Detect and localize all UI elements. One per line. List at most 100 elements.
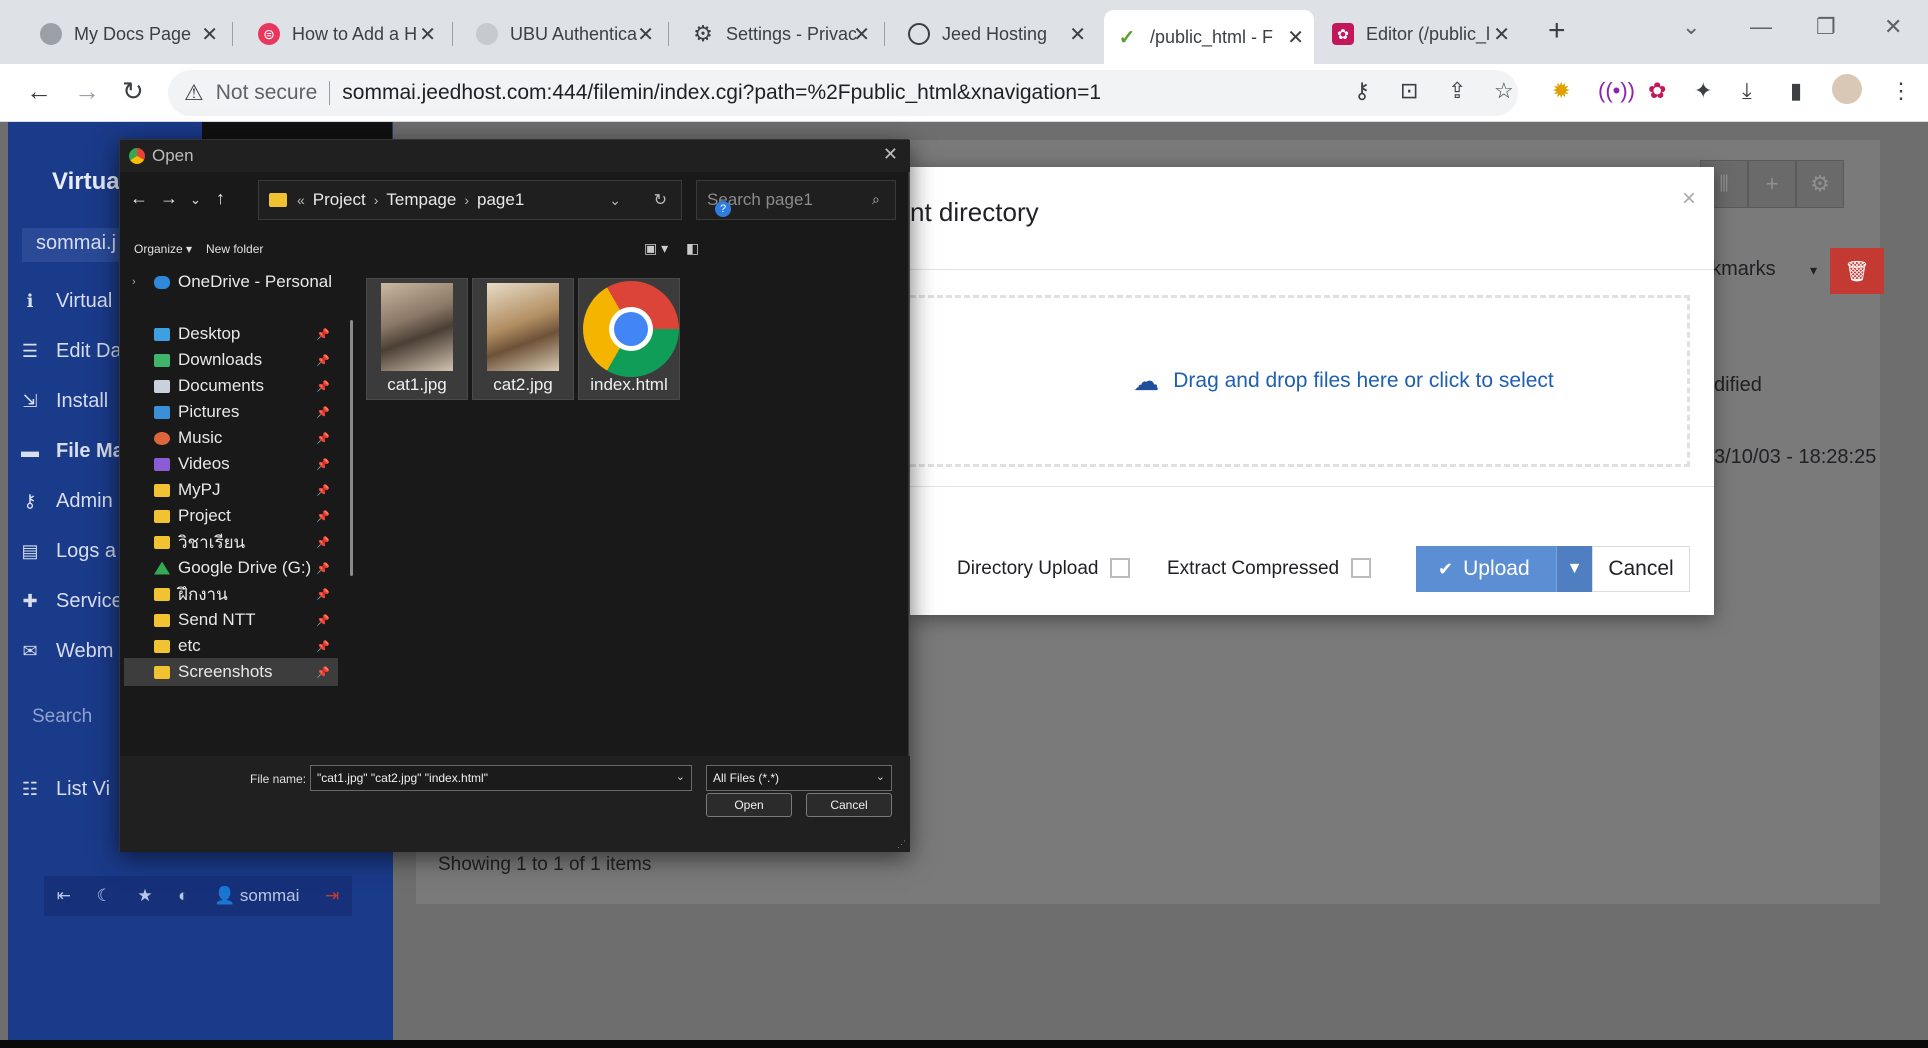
breadcrumb-project[interactable]: Project — [313, 190, 366, 210]
gear-icon[interactable]: ⚙ — [1796, 160, 1844, 208]
sidebar-item-virtual[interactable]: ℹ Virtual — [18, 290, 113, 313]
new-tab-button[interactable]: + — [1548, 14, 1566, 48]
close-icon[interactable]: ✕ — [637, 22, 654, 47]
user-menu[interactable]: 👤 sommai — [214, 886, 299, 906]
close-icon[interactable]: × — [1682, 185, 1696, 213]
download-icon[interactable]: ⤓ — [1742, 78, 1752, 104]
new-folder-button[interactable]: New folder — [206, 242, 263, 256]
breadcrumb-page1[interactable]: page1 — [477, 190, 524, 210]
not-secure-label[interactable]: Not secure — [216, 81, 318, 105]
upload-options-caret[interactable]: ▼ — [1556, 546, 1592, 592]
star-icon[interactable]: ★ — [137, 886, 152, 906]
tab-settings[interactable]: ⚙ Settings - Privac ✕ — [680, 13, 880, 55]
forward-icon[interactable]: → — [74, 76, 100, 107]
side-panel-icon[interactable]: ▮ — [1790, 78, 1802, 104]
forward-icon[interactable]: → — [160, 188, 178, 209]
tree-item-music[interactable]: Music 📌 — [124, 424, 338, 452]
avatar[interactable] — [1832, 74, 1862, 104]
file-item[interactable]: cat2.jpg — [472, 278, 574, 400]
close-icon[interactable]: ✕ — [1287, 25, 1304, 50]
delete-button[interactable]: 🗑 — [1830, 248, 1884, 294]
tree-item-downloads[interactable]: Downloads 📌 — [124, 346, 338, 374]
view-options-icon[interactable]: ▣ ▾ — [644, 240, 668, 257]
breadcrumb-tempage[interactable]: Tempage — [386, 190, 456, 210]
chevron-down-icon[interactable]: ⌄ — [609, 192, 621, 209]
tree-item-desktop[interactable]: Desktop 📌 — [124, 320, 338, 348]
file-type-select[interactable]: All Files (*.*) ⌄ — [706, 765, 892, 791]
reload-icon[interactable]: ↻ — [122, 76, 144, 107]
tree-item-onedrive[interactable]: › OneDrive - Personal — [124, 268, 338, 296]
tree-item-screenshots[interactable]: Screenshots 📌 — [124, 658, 338, 686]
tree-scrollbar[interactable] — [350, 320, 353, 576]
modal-cancel-button[interactable]: Cancel — [1592, 546, 1690, 592]
sidebar-item-admin[interactable]: ⚷ Admin — [18, 490, 112, 513]
sidebar-item-webmail[interactable]: ✉ Webm — [18, 640, 113, 663]
broadcast-icon[interactable]: ((•)) — [1598, 78, 1635, 104]
recent-locations-icon[interactable]: ⌄ — [190, 192, 201, 208]
organize-button[interactable]: Organize ▾ — [134, 242, 192, 256]
sidebar-item-file-manager[interactable]: ▬ File Ma — [18, 440, 124, 463]
plus-icon[interactable]: + — [1748, 160, 1796, 208]
refresh-icon[interactable]: ↻ — [654, 190, 667, 210]
preview-pane-icon[interactable]: ◧ — [686, 240, 699, 257]
palette-icon[interactable]: ◐ — [178, 886, 188, 906]
tree-item-project[interactable]: Project 📌 — [124, 502, 338, 530]
key-icon[interactable]: ⚷ — [1354, 78, 1370, 104]
extension-icon[interactable]: ✹ — [1552, 78, 1570, 104]
tab-how-to-add[interactable]: ⊜ How to Add a H ✕ — [246, 13, 446, 55]
tree-item-pictures[interactable]: Pictures 📌 — [124, 398, 338, 426]
back-icon[interactable]: ← — [26, 76, 52, 107]
close-icon[interactable]: ✕ — [419, 22, 436, 47]
back-icon[interactable]: ← — [130, 188, 148, 209]
menu-icon[interactable]: ⋮ — [1890, 78, 1912, 104]
tree-item-google-drive[interactable]: Google Drive (G:) 📌 — [124, 554, 338, 582]
omnibox[interactable]: ⚠ Not secure sommai.jeedhost.com:444/fil… — [168, 70, 1518, 116]
sidebar-title[interactable]: Virtual — [52, 168, 126, 196]
sidebar-item-list[interactable]: ☷ List Vi — [18, 778, 110, 801]
close-icon[interactable]: ✕ — [853, 22, 870, 47]
collapse-icon[interactable]: ⇤ — [57, 886, 71, 906]
file-item[interactable]: cat1.jpg — [366, 278, 468, 400]
close-icon[interactable]: ✕ — [1493, 22, 1510, 47]
extract-compressed-checkbox[interactable] — [1351, 558, 1371, 578]
tree-item-mypj[interactable]: MyPJ 📌 — [124, 476, 338, 504]
tab-my-docs[interactable]: My Docs Page ✕ — [28, 13, 228, 55]
file-name-input[interactable]: "cat1.jpg" "cat2.jpg" "index.html" ⌄ — [310, 765, 692, 791]
dialog-close-icon[interactable]: ✕ — [883, 144, 898, 165]
bookmark-star-icon[interactable]: ☆ — [1494, 78, 1514, 104]
sidebar-item-services[interactable]: ✚ Service — [18, 590, 122, 613]
close-icon[interactable]: ✕ — [201, 22, 218, 47]
tree-item-documents[interactable]: Documents 📌 — [124, 372, 338, 400]
logout-icon[interactable]: ⇥ — [325, 886, 339, 906]
warning-icon[interactable]: ⚠ — [184, 80, 204, 106]
moon-icon[interactable]: ☾ — [97, 886, 112, 906]
address-path[interactable]: « Project › Tempage › page1 ⌄ ↻ — [258, 180, 682, 220]
puzzle-icon[interactable]: ✦ — [1694, 78, 1712, 104]
file-item[interactable]: index.html — [578, 278, 680, 400]
tree-item-videos[interactable]: Videos 📌 — [124, 450, 338, 478]
url-text[interactable]: sommai.jeedhost.com:444/filemin/index.cg… — [342, 81, 1101, 105]
editor-ext-icon[interactable]: ✿ — [1648, 78, 1666, 104]
maximize-icon[interactable]: ❐ — [1816, 14, 1836, 40]
tree-item-internship[interactable]: ฝึกงาน 📌 — [124, 580, 338, 608]
dialog-cancel-button[interactable]: Cancel — [806, 793, 892, 817]
dialog-titlebar[interactable]: Open ✕ — [120, 140, 910, 172]
tree-item-subjects[interactable]: วิชาเรียน 📌 — [124, 528, 338, 556]
tree-item-send-ntt[interactable]: Send NTT 📌 — [124, 606, 338, 634]
tab-editor[interactable]: ✿ Editor (/public_l ✕ — [1320, 13, 1520, 55]
window-close-icon[interactable]: ✕ — [1884, 14, 1902, 40]
open-button[interactable]: Open — [706, 793, 792, 817]
sidebar-item-logs[interactable]: ▤ Logs a — [18, 540, 116, 563]
chevron-down-icon[interactable]: ⌄ — [676, 770, 685, 783]
minimize-icon[interactable]: — — [1750, 14, 1772, 40]
sidebar-item-install[interactable]: ⇲ Install — [18, 390, 108, 413]
help-icon[interactable]: ? — [715, 201, 731, 217]
directory-upload-checkbox[interactable] — [1110, 558, 1130, 578]
resize-grip-icon[interactable]: ⋰ — [897, 839, 906, 850]
tab-search-icon[interactable]: ⌄ — [1682, 14, 1700, 40]
sidebar-item-edit-databases[interactable]: ☰ Edit Da — [18, 340, 122, 363]
share-icon[interactable]: ⇪ — [1448, 78, 1466, 104]
expand-icon[interactable]: › — [132, 276, 136, 288]
dropzone[interactable]: ☁ Drag and drop files here or click to s… — [910, 295, 1690, 467]
sidebar-search[interactable]: Search — [32, 706, 92, 728]
